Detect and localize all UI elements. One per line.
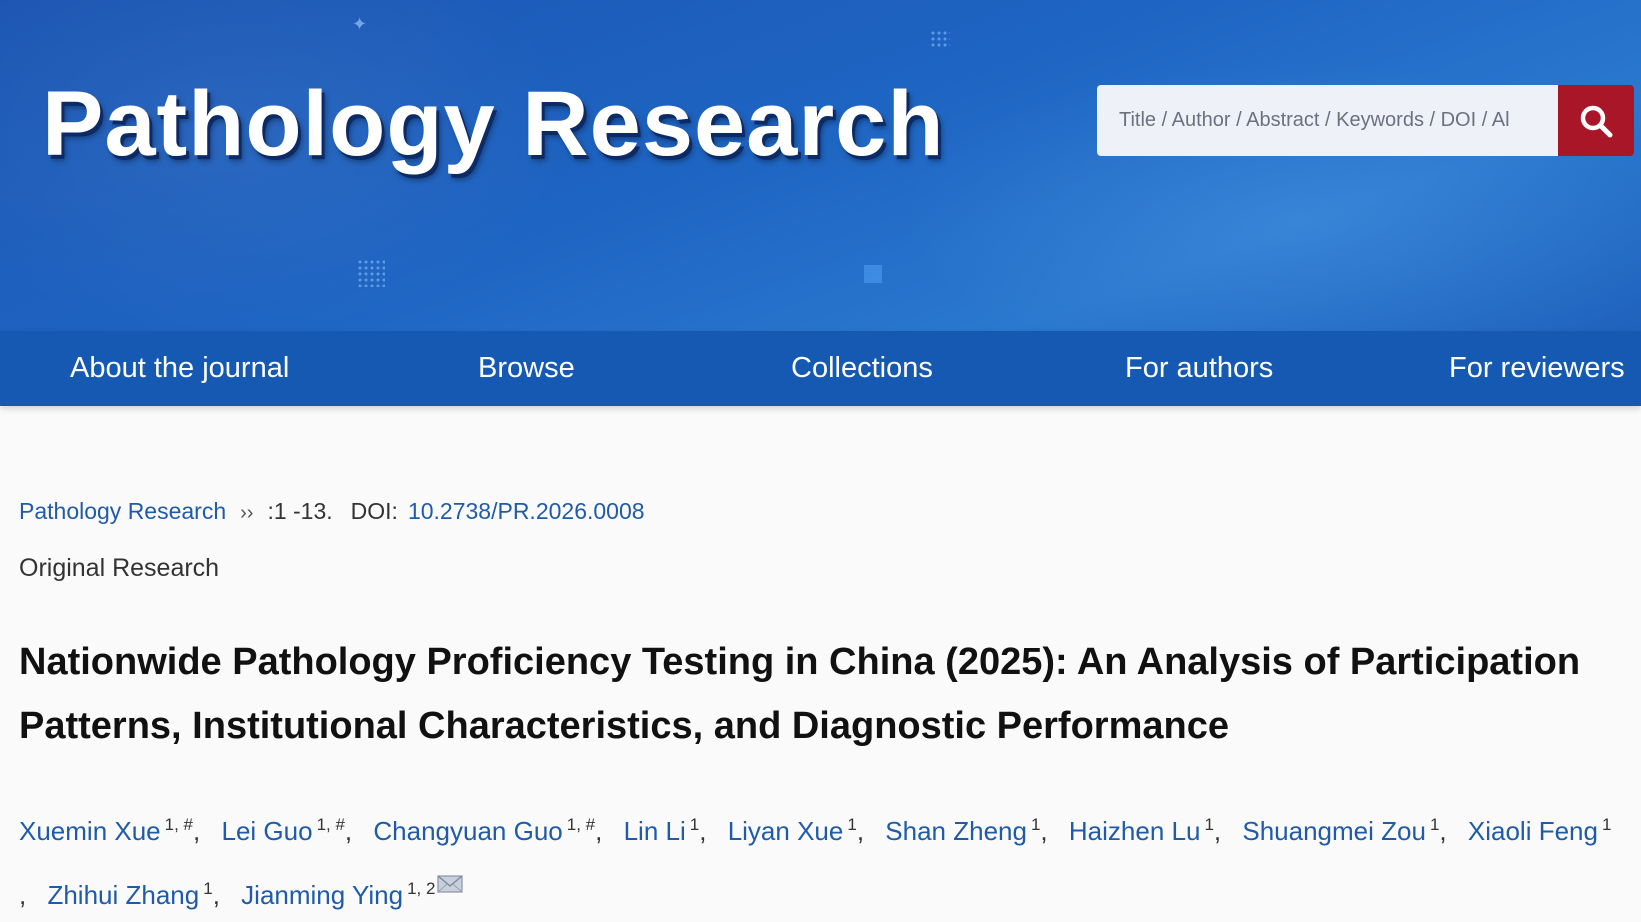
- site-banner: ✦ Pathology Research: [0, 0, 1641, 331]
- main-nav: About the journal Browse Collections For…: [0, 331, 1641, 406]
- author-affiliation: 1: [203, 879, 213, 898]
- decorative-dots: [930, 30, 950, 48]
- author-name[interactable]: Xiaoli Feng: [1468, 816, 1598, 846]
- author-separator: ,: [699, 815, 707, 846]
- author-item: Xuemin Xue 1, #: [19, 815, 194, 846]
- author-separator: ,: [856, 815, 865, 846]
- doi-label: DOI:: [350, 498, 398, 524]
- author-name[interactable]: Shuangmei Zou: [1242, 816, 1426, 846]
- author-separator: ,: [19, 879, 27, 910]
- author-name[interactable]: Shan Zheng: [885, 816, 1027, 846]
- author-separator: ,: [1439, 815, 1447, 846]
- author-item: Shan Zheng 1: [885, 815, 1041, 846]
- search-button[interactable]: [1558, 85, 1634, 156]
- author-item: Lei Guo 1, #: [221, 815, 345, 846]
- author-name[interactable]: Lin Li: [624, 816, 686, 846]
- doi-link[interactable]: 10.2738/PR.2026.0008: [408, 498, 645, 524]
- author-separator: ,: [193, 815, 201, 846]
- author-name[interactable]: Haizhen Lu: [1069, 816, 1201, 846]
- author-separator: ,: [212, 879, 220, 910]
- nav-item-for-reviewers[interactable]: For reviewers: [1449, 331, 1625, 406]
- nav-item-browse[interactable]: Browse: [478, 331, 575, 406]
- author-affiliation: 1, #: [316, 815, 345, 834]
- author-affiliation: 1: [1429, 815, 1440, 834]
- author-item: Changyuan Guo 1, #: [373, 815, 596, 846]
- author-separator: ,: [1213, 815, 1222, 846]
- author-affiliation: 1: [1204, 815, 1214, 834]
- decorative-dots: [357, 259, 385, 287]
- breadcrumb-separator: ››: [240, 502, 254, 524]
- author-separator: ,: [344, 815, 353, 846]
- site-title[interactable]: Pathology Research: [42, 78, 945, 170]
- author-affiliation: 1: [689, 815, 700, 834]
- search-form: [1097, 85, 1634, 156]
- author-name[interactable]: Changyuan Guo: [373, 816, 562, 846]
- author-name[interactable]: Jianming Ying: [241, 880, 403, 910]
- nav-item-collections[interactable]: Collections: [791, 331, 933, 406]
- author-item: Lin Li 1: [624, 815, 700, 846]
- author-item: Haizhen Lu 1: [1069, 815, 1214, 846]
- author-list: Xuemin Xue 1, #, Lei Guo 1, #, Changyuan G…: [19, 798, 1634, 922]
- journal-link[interactable]: Pathology Research: [19, 498, 226, 524]
- article-title: Nationwide Pathology Proficiency Testing…: [19, 641, 1581, 747]
- author-name[interactable]: Zhihui Zhang: [47, 880, 199, 910]
- author-affiliation: 1: [1030, 815, 1041, 834]
- author-affiliation: 1, 2: [407, 879, 436, 898]
- search-icon: [1580, 105, 1613, 137]
- article-citation-line: Pathology Research ›› :1 -13. DOI: 10.2738/P…: [19, 498, 645, 525]
- mail-icon[interactable]: [437, 858, 464, 912]
- author-affiliation: 1: [847, 815, 857, 834]
- author-item: Liyan Xue 1: [728, 815, 857, 846]
- page-range: :1 -13.: [267, 498, 333, 524]
- author-name[interactable]: Liyan Xue: [728, 816, 844, 846]
- author-item: Xiaoli Feng 1: [1468, 815, 1612, 846]
- search-input[interactable]: [1097, 85, 1558, 156]
- author-affiliation: 1: [1601, 815, 1612, 834]
- author-separator: ,: [1040, 815, 1048, 846]
- author-name[interactable]: Lei Guo: [221, 816, 312, 846]
- author-affiliation: 1, #: [566, 815, 596, 834]
- author-item: Zhihui Zhang 1: [47, 879, 213, 910]
- nav-item-about-journal[interactable]: About the journal: [70, 331, 289, 406]
- author-item: Jianming Ying 1, 2: [241, 875, 464, 910]
- nav-item-for-authors[interactable]: For authors: [1125, 331, 1273, 406]
- author-item: Shuangmei Zou 1: [1242, 815, 1440, 846]
- decorative-square: [864, 265, 882, 283]
- author-affiliation: 1, #: [164, 815, 194, 834]
- article-type: Original Research: [19, 554, 220, 582]
- author-name[interactable]: Xuemin Xue: [19, 816, 161, 846]
- sparkle-icon: ✦: [352, 14, 368, 35]
- author-separator: ,: [595, 815, 603, 846]
